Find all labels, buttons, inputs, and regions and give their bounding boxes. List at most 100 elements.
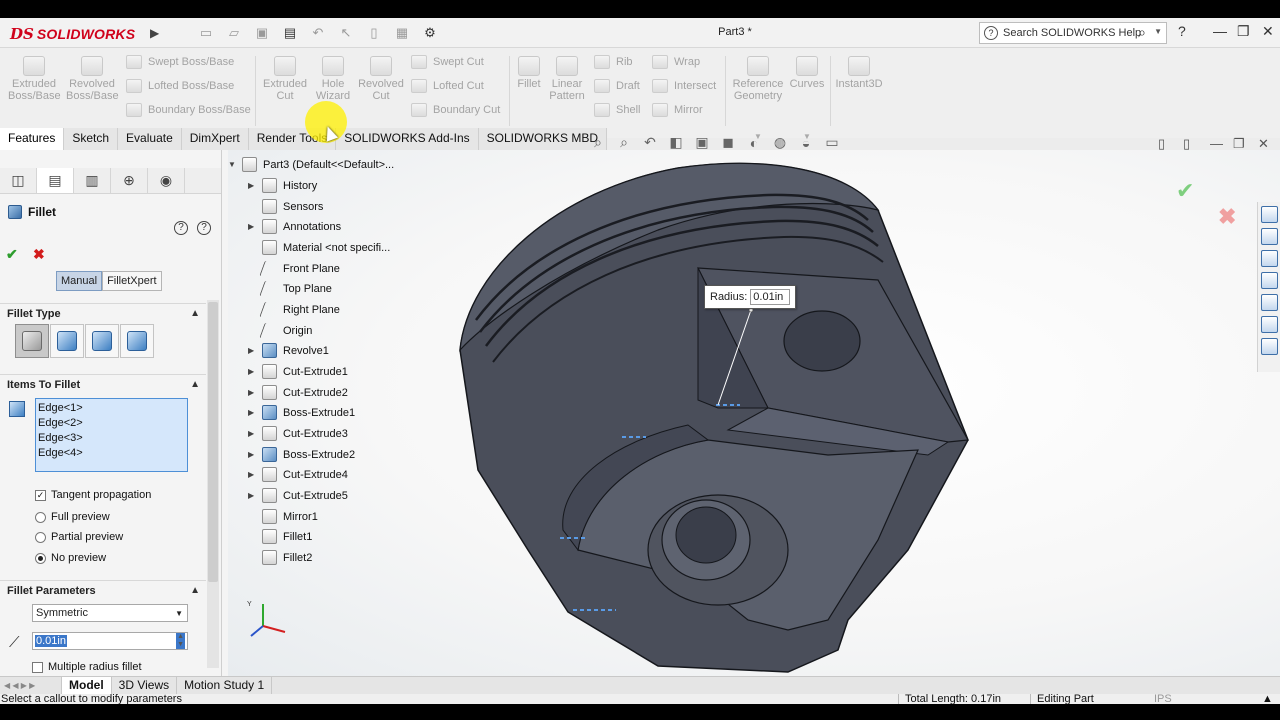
tree-item-cut-extrude3[interactable]: ▶ Cut-Extrude3	[248, 426, 348, 441]
scrollbar-thumb[interactable]	[208, 302, 218, 582]
wrap-button[interactable]: Wrap	[652, 55, 700, 69]
variable-size-fillet-button[interactable]	[50, 324, 84, 358]
tree-item-material[interactable]: Material <not specifi...	[248, 240, 390, 255]
help-search-input[interactable]: ? Search SOLIDWORKS Help ⌕ ▼	[979, 22, 1167, 44]
tree-item-boss-extrude2[interactable]: ▶ Boss-Extrude2	[248, 447, 355, 462]
collapse-icon[interactable]: ▲	[190, 581, 200, 601]
constant-size-fillet-button[interactable]	[15, 324, 49, 358]
checkbox-checked[interactable]: ✓	[35, 489, 46, 501]
swept-cut-button[interactable]: Swept Cut	[411, 55, 484, 69]
tile-viewport-icon[interactable]: ▯	[1158, 136, 1165, 152]
fillet-parameters-section[interactable]: Fillet Parameters ▲	[0, 580, 206, 600]
unit-system[interactable]: IPS	[1154, 693, 1172, 704]
file-explorer-icon[interactable]	[1260, 250, 1278, 267]
lofted-boss-button[interactable]: Lofted Boss/Base	[126, 79, 234, 93]
tile-viewport-2-icon[interactable]: ▯	[1183, 136, 1190, 152]
help-icon[interactable]: ?	[1178, 23, 1186, 39]
boundary-boss-button[interactable]: Boundary Boss/Base	[126, 103, 251, 117]
mirror-button[interactable]: Mirror	[652, 103, 703, 117]
tree-item-front-plane[interactable]: Front Plane	[248, 261, 340, 276]
tree-item-boss-extrude1[interactable]: ▶ Boss-Extrude1	[248, 405, 355, 420]
items-to-fillet-section[interactable]: Items To Fillet ▲	[0, 374, 206, 394]
tree-item-top-plane[interactable]: Top Plane	[248, 281, 332, 296]
cancel-button[interactable]: ✖	[33, 246, 45, 263]
expand-icon[interactable]: ▶	[248, 346, 256, 355]
instant3d-button[interactable]: Instant3D	[834, 56, 884, 90]
tab-solidworks-add-ins[interactable]: SOLIDWORKS Add-Ins	[336, 128, 479, 150]
extruded-cut-button[interactable]: Extruded Cut	[260, 56, 310, 102]
chevron-down-icon[interactable]: ▼	[1154, 27, 1162, 36]
no-preview-radio[interactable]: No preview	[35, 552, 106, 564]
shell-button[interactable]: Shell	[594, 103, 640, 117]
list-item[interactable]: Edge<3>	[38, 431, 185, 446]
full-round-fillet-button[interactable]	[120, 324, 154, 358]
collapse-icon[interactable]: ▲	[190, 304, 200, 324]
view-orientation-icon[interactable]: ▣	[692, 134, 712, 151]
custom-properties-icon[interactable]	[1260, 316, 1278, 333]
close-icon[interactable]: ✕	[1262, 23, 1274, 40]
restore-icon[interactable]: ❐	[1237, 23, 1250, 40]
view-settings-icon[interactable]: ▭	[822, 134, 842, 151]
revolved-cut-button[interactable]: Revolved Cut	[356, 56, 406, 102]
home-icon[interactable]	[1260, 206, 1278, 223]
expand-icon[interactable]: ▶	[248, 470, 256, 479]
fillet-type-section[interactable]: Fillet Type ▲	[0, 303, 206, 323]
fillet-button[interactable]: Fillet	[512, 56, 546, 90]
tab-evaluate[interactable]: Evaluate	[118, 128, 182, 150]
symmetric-select[interactable]: Symmetric ▼	[32, 604, 188, 622]
partial-preview-radio[interactable]: Partial preview	[35, 531, 123, 543]
status-expand-icon[interactable]: ▲	[1262, 693, 1273, 704]
draft-button[interactable]: Draft	[594, 79, 640, 93]
new-document-icon[interactable]: ▭	[195, 24, 217, 42]
confirm-ok-icon[interactable]: ✔	[1176, 178, 1194, 204]
rebuild-icon[interactable]: ▯	[363, 24, 385, 42]
open-icon[interactable]: ▱	[223, 24, 245, 42]
apply-scene-icon[interactable]: ◒	[796, 135, 816, 151]
appearances-icon[interactable]	[1260, 294, 1278, 311]
face-fillet-button[interactable]	[85, 324, 119, 358]
dimxpert-manager-tab-icon[interactable]: ⊕	[111, 168, 148, 194]
print-icon[interactable]: ▤	[279, 24, 301, 42]
chevron-down-icon[interactable]: ▼	[175, 606, 183, 622]
filletxpert-tab[interactable]: FilletXpert	[102, 271, 162, 291]
hole-wizard-button[interactable]: Hole Wizard	[310, 56, 356, 102]
tab-model[interactable]: Model	[62, 677, 112, 694]
options-gear-icon[interactable]: ⚙	[419, 24, 441, 42]
radius-callout[interactable]: Radius: 0.01in	[704, 285, 796, 309]
select-icon[interactable]: ↖	[335, 24, 357, 42]
expand-icon[interactable]: ▶	[248, 181, 256, 190]
manual-tab[interactable]: Manual	[56, 271, 103, 291]
tree-root[interactable]: ▼ Part3 (Default<<Default>...	[228, 157, 394, 172]
viewport-minimize-icon[interactable]: —	[1210, 136, 1223, 151]
display-manager-tab-icon[interactable]: ◉	[148, 168, 185, 194]
forum-icon[interactable]	[1260, 338, 1278, 355]
collapse-icon[interactable]: ▲	[190, 375, 200, 395]
ok-button[interactable]: ✔	[6, 246, 18, 263]
tree-item-fillet2[interactable]: Fillet2	[248, 550, 312, 565]
tab-navigation-arrows[interactable]: ◀ ◀ ▶ ▶	[0, 677, 62, 694]
tab-dimxpert[interactable]: DimXpert	[181, 128, 249, 150]
lofted-cut-button[interactable]: Lofted Cut	[411, 79, 484, 93]
viewport-restore-icon[interactable]: ❐	[1233, 136, 1245, 152]
save-icon[interactable]: ▣	[251, 24, 273, 42]
radio-button[interactable]	[35, 511, 46, 523]
tree-item-cut-extrude4[interactable]: ▶ Cut-Extrude4	[248, 467, 348, 482]
expand-icon[interactable]: ▶	[248, 450, 256, 459]
list-item[interactable]: Edge<2>	[38, 416, 185, 431]
solidworks-logo[interactable]: DS SOLIDWORKS	[10, 23, 135, 45]
expand-icon[interactable]: ▶	[248, 388, 256, 397]
extruded-boss-button[interactable]: Extruded Boss/Base	[8, 56, 61, 102]
confirm-cancel-icon[interactable]: ✖	[1218, 204, 1236, 230]
menu-expand-icon[interactable]: ▶	[150, 26, 159, 40]
expand-icon[interactable]: ▶	[248, 491, 256, 500]
tree-item-sensors[interactable]: Sensors	[248, 199, 323, 214]
expand-icon[interactable]: ▶	[248, 367, 256, 376]
section-view-icon[interactable]: ◧	[666, 134, 686, 151]
list-item[interactable]: Edge<1>	[38, 401, 185, 416]
revolved-boss-button[interactable]: Revolved Boss/Base	[66, 56, 119, 102]
tree-item-origin[interactable]: Origin	[248, 323, 312, 338]
list-item[interactable]: Edge<4>	[38, 446, 185, 461]
edit-appearance-icon[interactable]: ◍	[770, 134, 790, 151]
callout-value[interactable]: 0.01in	[750, 289, 791, 305]
spinner-icon[interactable]: ▲ ▼	[176, 633, 185, 649]
